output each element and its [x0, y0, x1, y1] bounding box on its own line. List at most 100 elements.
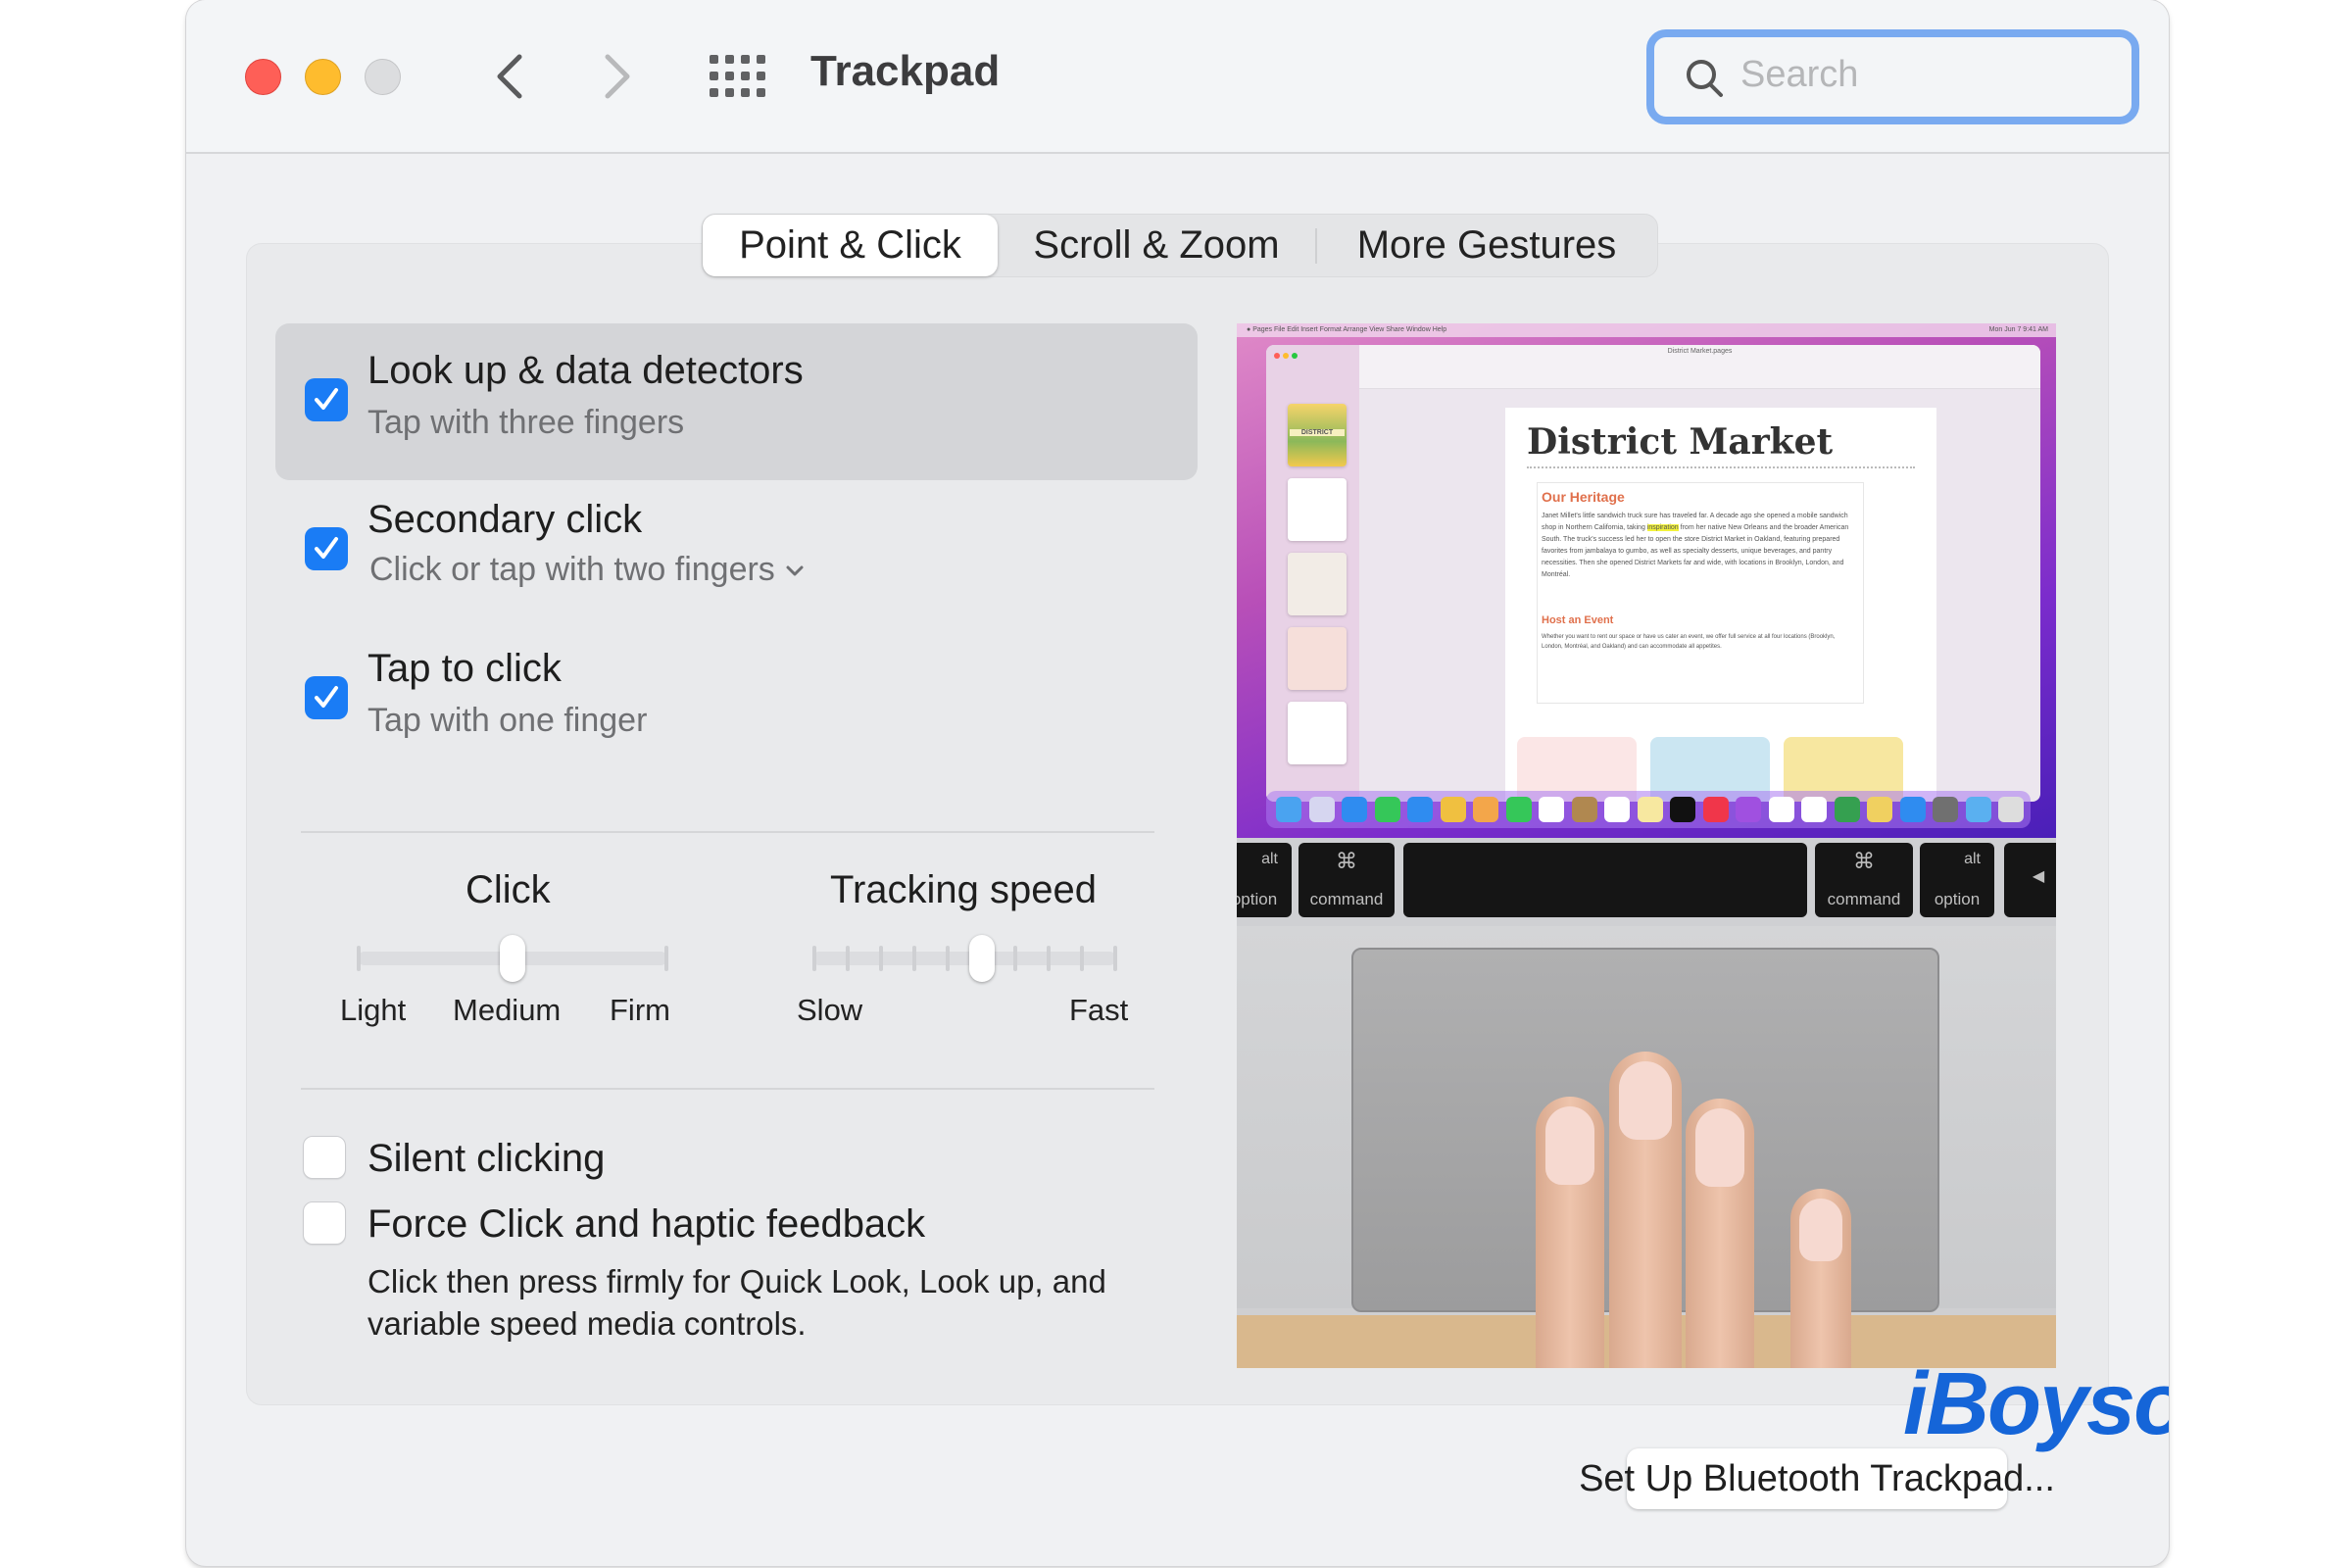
dock-app-icon	[1801, 797, 1827, 822]
dock-app-icon	[1768, 797, 1794, 822]
divider	[301, 831, 1154, 833]
key-arrow-left: ◀	[2004, 843, 2056, 917]
tracking-slider-tick	[1079, 946, 1084, 971]
pages-sidebar: DISTRICT	[1266, 345, 1359, 802]
dock-app-icon	[1702, 797, 1729, 822]
tab-more-gestures[interactable]: More Gestures	[1317, 215, 1656, 276]
click-label-light: Light	[340, 993, 407, 1027]
checkbox-look-up[interactable]	[305, 378, 348, 421]
checkbox-tap-to-click[interactable]	[305, 676, 348, 719]
dock-app-icon	[1965, 797, 1991, 822]
close-button[interactable]	[245, 59, 281, 95]
dock-app-icon	[1604, 797, 1630, 822]
checkbox-secondary-click[interactable]	[305, 527, 348, 570]
finger	[1686, 1099, 1754, 1368]
dock-app-icon	[1899, 797, 1926, 822]
chevron-down-icon	[786, 565, 804, 576]
tracking-slider-tick	[912, 946, 917, 971]
option-sublabel: Tap with three fingers	[368, 404, 685, 441]
forward-button[interactable]	[598, 51, 637, 102]
show-all-button[interactable]	[710, 55, 766, 98]
dock-app-icon	[1505, 797, 1532, 822]
tracking-slider-tick	[946, 946, 951, 971]
page-thumbnail	[1288, 702, 1347, 764]
key-command-left: ⌘ command	[1298, 843, 1395, 917]
option-label: Force Click and haptic feedback	[368, 1202, 926, 1246]
minimize-button[interactable]	[305, 59, 341, 95]
option-label: Look up & data detectors	[368, 349, 804, 392]
preview-keyboard: altoption ⌘command ⌘command altoption ◀	[1237, 838, 2056, 926]
tracking-slider-knob[interactable]	[968, 935, 995, 982]
iboysoft-watermark: iBoysoft	[1903, 1355, 2169, 1453]
preview-dock	[1266, 791, 2031, 828]
window-title: Trackpad	[810, 47, 1001, 95]
show-all-grid-icon	[710, 55, 765, 97]
search-icon	[1687, 60, 1723, 97]
preview-screen: ● Pages File Edit Insert Format Arrange …	[1237, 323, 2056, 838]
page-thumbnail	[1288, 478, 1347, 541]
key-option-left: altoption	[1237, 843, 1292, 917]
doc-heading: Host an Event	[1542, 614, 1614, 626]
checkbox-force-click[interactable]	[303, 1201, 346, 1245]
option-label: Secondary click	[368, 498, 643, 541]
page-thumbnail	[1288, 627, 1347, 690]
back-button[interactable]	[490, 51, 529, 102]
chevron-left-icon	[497, 54, 522, 99]
checkbox-silent-clicking[interactable]	[303, 1136, 346, 1179]
dock-app-icon	[1308, 797, 1335, 822]
search-input[interactable]	[1740, 49, 2113, 100]
tracking-slider-tick	[1012, 946, 1017, 971]
dock-app-icon	[1867, 797, 1892, 822]
checkmark-icon	[315, 686, 338, 708]
dock-app-icon	[1407, 797, 1433, 822]
zoom-button[interactable]	[365, 59, 401, 95]
tracking-slider-title: Tracking speed	[830, 868, 1097, 911]
apple-icon: ●	[1247, 326, 1251, 333]
tracking-slider-tick	[812, 946, 816, 971]
option-label: Silent clicking	[368, 1137, 606, 1180]
search-field[interactable]	[1646, 29, 2139, 124]
pages-window: DISTRICT District Market.pages District …	[1266, 345, 2040, 802]
preview-menu-items: Pages File Edit Insert Format Arrange Vi…	[1252, 326, 1447, 333]
click-slider-knob[interactable]	[500, 935, 525, 982]
tracking-slider-tick	[879, 946, 884, 971]
checkmark-icon	[315, 537, 338, 559]
key-option-right: alt option	[1920, 843, 1994, 917]
option-label: Tap to click	[368, 647, 562, 690]
tracking-slider-tick	[846, 946, 851, 971]
divider	[301, 1088, 1154, 1090]
setup-bluetooth-trackpad-button[interactable]: Set Up Bluetooth Trackpad...	[1579, 1448, 2055, 1509]
dock-app-icon	[1539, 797, 1564, 822]
title-bar: Trackpad	[186, 0, 2169, 154]
click-label-medium: Medium	[453, 993, 562, 1027]
click-slider-tick	[357, 946, 361, 971]
finger	[1609, 1052, 1682, 1368]
dock-app-icon	[1571, 797, 1597, 822]
click-label-firm: Firm	[610, 993, 670, 1027]
dock-app-icon	[1933, 797, 1958, 822]
tracking-slider-tick	[1113, 946, 1117, 971]
gesture-preview-video: ● Pages File Edit Insert Format Arrange …	[1237, 323, 2056, 1368]
chevron-right-icon	[605, 54, 630, 99]
option-row-highlight[interactable]	[275, 323, 1198, 480]
finger	[1790, 1189, 1851, 1368]
trackpad-preferences-window: Trackpad Point & Click Scroll & Zoom Mor…	[186, 0, 2169, 1566]
tab-scroll-and-zoom[interactable]: Scroll & Zoom	[998, 215, 1315, 276]
dock-app-icon	[1342, 797, 1367, 822]
tracking-label-fast: Fast	[1069, 993, 1129, 1027]
dock-app-icon	[1834, 797, 1860, 822]
dock-app-icon	[1374, 797, 1400, 822]
checkmark-icon	[315, 388, 338, 410]
option-sublabel: Tap with one finger	[368, 702, 648, 739]
tab-point-and-click[interactable]: Point & Click	[703, 215, 998, 276]
finger	[1536, 1097, 1604, 1368]
tracking-slider-track[interactable]	[812, 952, 1116, 965]
dock-app-icon	[1276, 797, 1301, 822]
preview-menubar: ● Pages File Edit Insert Format Arrange …	[1237, 323, 2056, 337]
dock-app-icon	[1998, 797, 2024, 822]
secondary-click-dropdown[interactable]: Click or tap with two fingers	[369, 551, 805, 589]
document-name: District Market.pages	[1667, 348, 1733, 355]
dock-app-icon	[1670, 797, 1695, 822]
click-slider-title: Click	[466, 868, 551, 911]
click-slider-tick	[664, 946, 668, 971]
